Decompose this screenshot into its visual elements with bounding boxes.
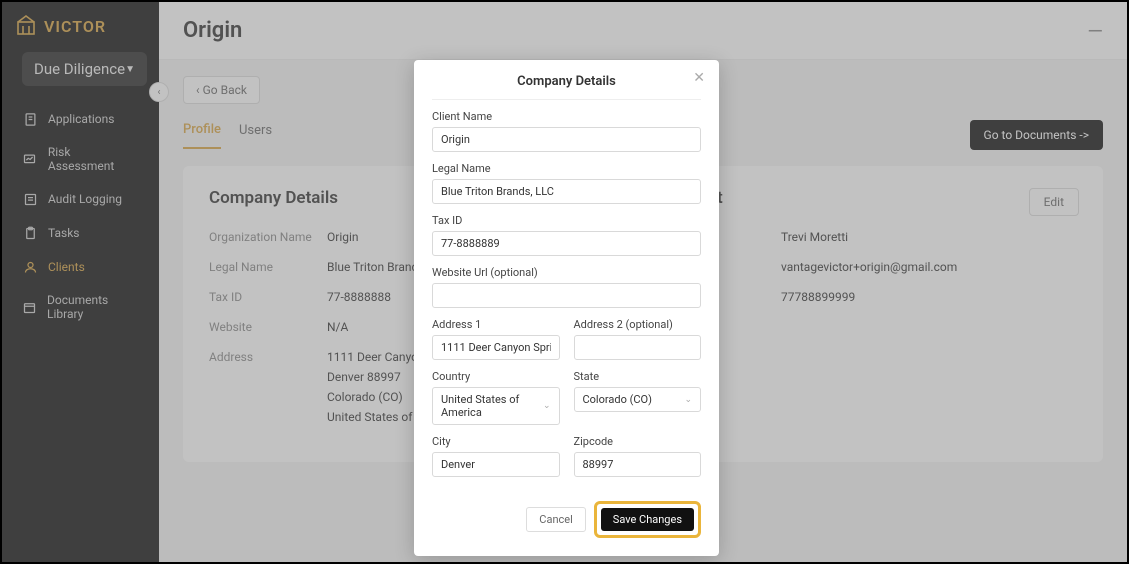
zipcode-input[interactable] <box>574 452 702 477</box>
save-changes-button[interactable]: Save Changes <box>601 508 694 531</box>
save-highlight: Save Changes <box>594 501 701 538</box>
label-modal-website: Website Url (optional) <box>432 266 701 279</box>
client-name-input[interactable] <box>432 127 701 152</box>
label-state: State <box>574 370 702 383</box>
label-modal-tax-id: Tax ID <box>432 214 701 227</box>
close-icon[interactable]: ✕ <box>693 70 705 86</box>
legal-name-input[interactable] <box>432 179 701 204</box>
label-modal-legal-name: Legal Name <box>432 162 701 175</box>
label-country: Country <box>432 370 560 383</box>
modal-title: Company Details <box>432 74 701 100</box>
company-details-modal: ✕ Company Details Client Name Legal Name… <box>414 60 719 556</box>
chevron-down-icon: ⌄ <box>543 401 551 411</box>
cancel-button[interactable]: Cancel <box>526 507 585 532</box>
address2-input[interactable] <box>574 335 702 360</box>
label-city: City <box>432 435 560 448</box>
country-select[interactable]: United States of America⌄ <box>432 387 560 425</box>
label-client-name: Client Name <box>432 110 701 123</box>
label-zipcode: Zipcode <box>574 435 702 448</box>
city-input[interactable] <box>432 452 560 477</box>
tax-id-input[interactable] <box>432 231 701 256</box>
chevron-down-icon: ⌄ <box>684 395 692 405</box>
label-address1: Address 1 <box>432 318 560 331</box>
state-select[interactable]: Colorado (CO)⌄ <box>574 387 702 412</box>
label-address2: Address 2 (optional) <box>574 318 702 331</box>
website-input[interactable] <box>432 283 701 308</box>
address1-input[interactable] <box>432 335 560 360</box>
